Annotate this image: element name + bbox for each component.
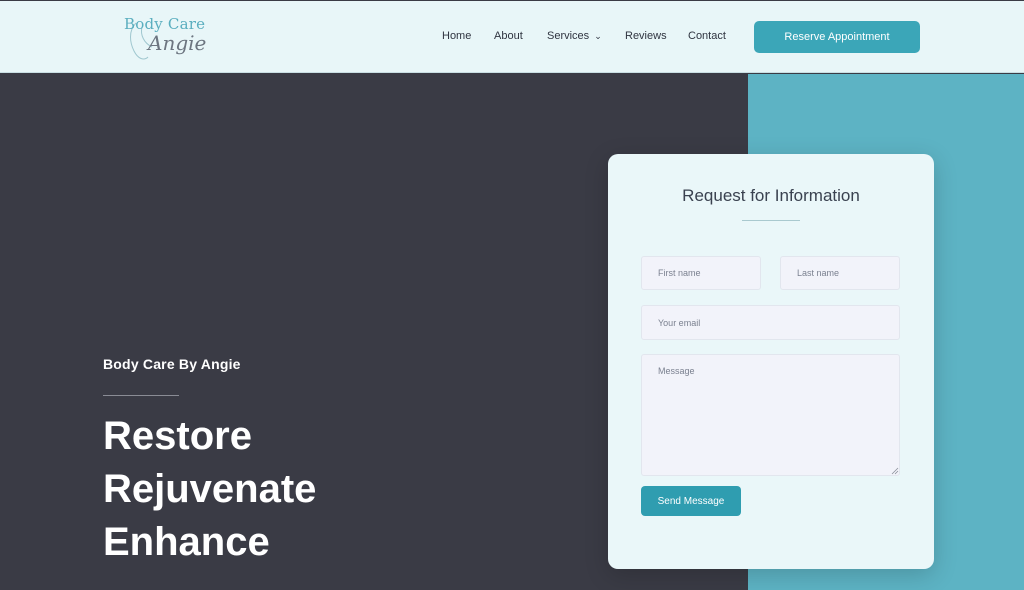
- last-name-input[interactable]: [780, 256, 900, 290]
- logo[interactable]: Body Care Angie: [122, 13, 212, 63]
- nav-contact[interactable]: Contact: [688, 30, 726, 42]
- site-header: Body Care Angie Home About Services ⌄ Rev…: [0, 1, 1024, 73]
- hero-headline: Restore Rejuvenate Enhance: [103, 410, 316, 569]
- request-info-form: Request for Information Send Message: [608, 154, 934, 569]
- nav-contact-label: Contact: [688, 30, 726, 42]
- email-input[interactable]: [641, 305, 900, 340]
- nav-about-label: About: [494, 30, 523, 42]
- hero-divider: [103, 395, 179, 396]
- hero-brand: Body Care By Angie: [103, 356, 241, 372]
- nav-about[interactable]: About: [494, 30, 523, 42]
- first-name-input[interactable]: [641, 256, 761, 290]
- logo-line-2: Angie: [148, 31, 207, 55]
- headline-line-2: Rejuvenate: [103, 467, 317, 511]
- nav-services[interactable]: Services ⌄: [547, 30, 602, 42]
- nav-services-label: Services: [547, 30, 590, 42]
- headline-line-1: Restore: [103, 414, 252, 458]
- send-message-button[interactable]: Send Message: [641, 486, 741, 516]
- nav-reviews[interactable]: Reviews: [625, 30, 667, 42]
- message-textarea[interactable]: [641, 354, 900, 476]
- nav-reviews-label: Reviews: [625, 30, 667, 42]
- nav-home[interactable]: Home: [442, 30, 471, 42]
- nav-home-label: Home: [442, 30, 472, 42]
- resize-handle-icon[interactable]: [891, 467, 899, 475]
- reserve-appointment-button[interactable]: Reserve Appointment: [754, 21, 920, 53]
- form-divider: [742, 220, 800, 221]
- chevron-down-icon: ⌄: [594, 31, 602, 41]
- headline-line-3: Enhance: [103, 520, 270, 564]
- form-title: Request for Information: [682, 186, 860, 205]
